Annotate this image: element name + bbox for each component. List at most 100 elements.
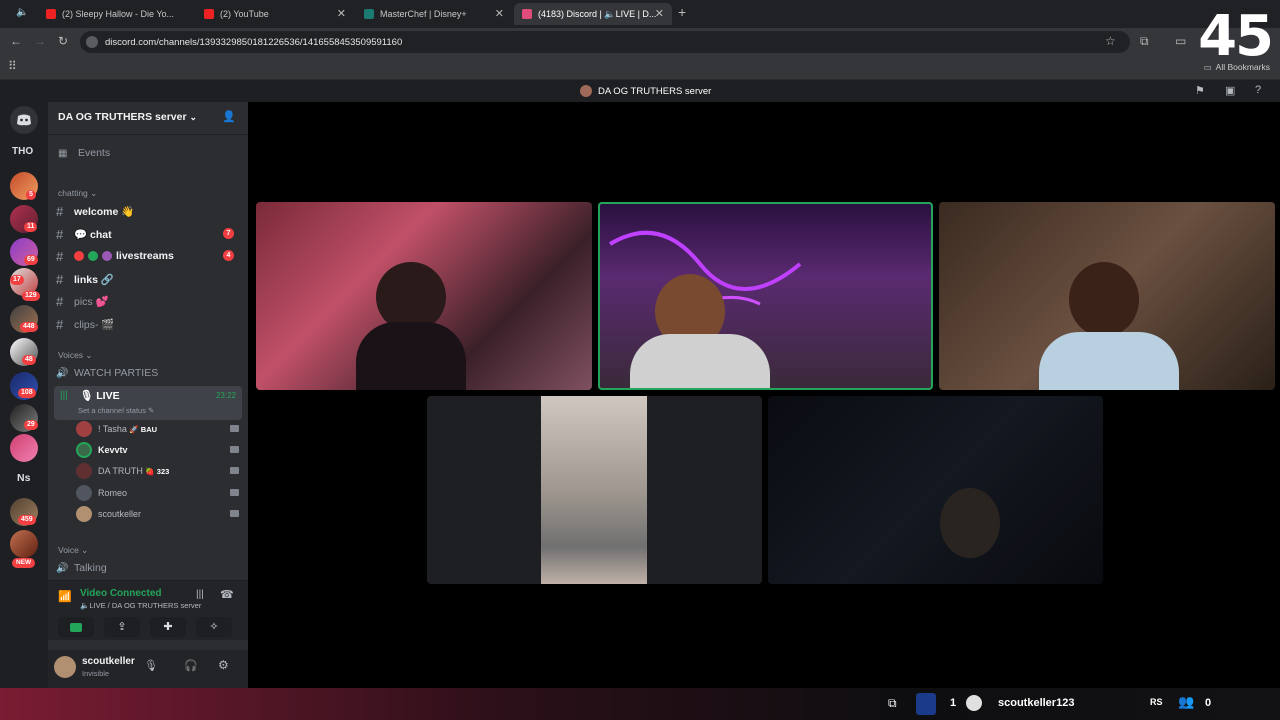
- mention-badge: 11: [24, 222, 38, 232]
- video-tile[interactable]: [427, 396, 762, 584]
- help-icon[interactable]: ?: [1255, 84, 1261, 96]
- server-ns[interactable]: Ns: [17, 472, 30, 484]
- discord-icon: [522, 9, 532, 19]
- mention-badge: 69: [24, 255, 38, 265]
- unread-badge: 4: [223, 250, 234, 261]
- forward-button[interactable]: →: [34, 34, 46, 48]
- channel-sidebar: DA OG TRUTHERS server ⌄ 👤 ▦ Events chatti…: [48, 102, 248, 688]
- channel-clips[interactable]: # clips- 🎬: [56, 314, 242, 334]
- headphones-icon[interactable]: 🎧: [184, 659, 198, 672]
- apps-grid-icon[interactable]: ⠿: [8, 59, 17, 73]
- volume-icon[interactable]: 🔈: [16, 7, 28, 18]
- channel-pics[interactable]: # pics 💕: [56, 291, 242, 311]
- url-bar[interactable]: discord.com/channels/1393329850181226536…: [80, 31, 1130, 53]
- channel-watch-parties[interactable]: 🔊 WATCH PARTIES: [56, 363, 242, 383]
- nfl-icon[interactable]: [916, 693, 936, 715]
- camera-button[interactable]: [58, 617, 94, 637]
- activities-button[interactable]: ✚: [150, 617, 186, 637]
- flag-icon[interactable]: ⚑: [1195, 84, 1205, 97]
- voice-member-da-truth[interactable]: DA TRUTH 🍓 323: [76, 461, 242, 481]
- voice-member-tasha[interactable]: ! Tasha 🚀 BAU: [76, 419, 242, 439]
- friends-count: 0: [1205, 697, 1212, 709]
- hash-icon: #: [56, 203, 64, 219]
- mention-badge: 459: [18, 515, 36, 525]
- copy-icon[interactable]: ⧉: [888, 696, 897, 711]
- voice-status: Video Connected: [80, 588, 162, 599]
- discord-app: DA OG TRUTHERS server ⚑ ▣ ? THO 5 11 69 …: [0, 80, 1280, 688]
- close-icon[interactable]: ✕: [495, 7, 504, 20]
- voice-location[interactable]: 🔈LIVE / DA OG TRUTHERS server: [80, 601, 201, 610]
- cast-icon[interactable]: ▭: [1175, 34, 1186, 48]
- close-icon[interactable]: ✕: [655, 7, 664, 20]
- soundboard-button[interactable]: ✧: [196, 617, 232, 637]
- participant-body: [1039, 332, 1179, 390]
- calendar-icon: ▦: [58, 147, 68, 159]
- reload-button[interactable]: ↻: [58, 34, 68, 48]
- hash-icon: #: [56, 226, 64, 242]
- inbox-icon[interactable]: ▣: [1225, 84, 1235, 97]
- friends-icon[interactable]: 👥: [1178, 694, 1194, 710]
- tab-youtube[interactable]: (2) YouTube ✕: [196, 3, 354, 25]
- server-icon[interactable]: [10, 434, 38, 462]
- server-icon[interactable]: [10, 530, 38, 558]
- phone-stream: [541, 396, 647, 584]
- invite-icon[interactable]: 👤: [222, 110, 236, 123]
- back-button[interactable]: ←: [10, 34, 22, 48]
- server-name-header[interactable]: DA OG TRUTHERS server ⌄: [58, 111, 197, 123]
- voice-member-romeo[interactable]: Romeo: [76, 483, 242, 503]
- site-info-icon[interactable]: [86, 36, 98, 48]
- server-tho[interactable]: THO: [12, 146, 33, 157]
- tab-discord[interactable]: (4183) Discord | 🔈LIVE | D... ✕: [514, 3, 672, 25]
- channel-status-link[interactable]: Set a channel status ✎: [78, 406, 154, 415]
- noise-suppression-icon[interactable]: |||: [196, 589, 204, 600]
- bookmark-star-icon[interactable]: ☆: [1105, 34, 1116, 48]
- channel-livestreams[interactable]: # livestreams 4: [56, 246, 242, 266]
- events-item[interactable]: ▦ Events: [58, 143, 244, 163]
- discord-title-bar: DA OG TRUTHERS server ⚑ ▣ ?: [0, 80, 1280, 102]
- avatar: [76, 442, 92, 458]
- channel-live-active[interactable]: ||| 🎙 LIVE 23:22 Set a channel status ✎: [54, 386, 242, 420]
- disconnect-icon[interactable]: ☎: [220, 588, 234, 601]
- avatar: [76, 485, 92, 501]
- voice-member-scoutkeller[interactable]: scoutkeller: [76, 504, 242, 524]
- camera-icon: [230, 446, 239, 453]
- avatar[interactable]: [54, 656, 76, 678]
- purple-circle-icon: [102, 251, 112, 261]
- channel-talking[interactable]: 🔊 Talking: [56, 558, 242, 578]
- browser-tab-bar: 🔈 (2) Sleepy Hallow - Die Yo... (2) YouT…: [0, 0, 1280, 28]
- channel-links[interactable]: # links 🔗: [56, 269, 242, 289]
- camera-icon: [230, 489, 239, 496]
- channel-chat[interactable]: # 💬 chat 7: [56, 224, 242, 244]
- screenshare-button[interactable]: ⇪: [104, 617, 140, 637]
- participant-silhouette: [940, 488, 1000, 558]
- mention-badge: 108: [18, 388, 36, 398]
- microphone-icon[interactable]: 🎙: [144, 659, 158, 672]
- xbox-icon[interactable]: [966, 695, 982, 711]
- video-tile[interactable]: [768, 396, 1103, 584]
- tab-sleepy-hallow[interactable]: (2) Sleepy Hallow - Die Yo...: [38, 3, 186, 25]
- video-tile[interactable]: [256, 202, 592, 390]
- close-icon[interactable]: ✕: [337, 7, 346, 20]
- mention-badge: 17: [10, 275, 24, 285]
- username: scoutkeller: [82, 656, 135, 667]
- video-tile-speaking[interactable]: [598, 202, 933, 390]
- mention-badge: 29: [24, 420, 38, 430]
- chevron-down-icon: ⌄: [189, 112, 198, 122]
- avatar: [76, 506, 92, 522]
- tab-disney[interactable]: MasterChef | Disney+ ✕: [356, 3, 512, 25]
- extensions-icon[interactable]: ⧉: [1140, 34, 1149, 49]
- new-tab-button[interactable]: +: [678, 4, 686, 20]
- hash-icon: #: [56, 316, 64, 332]
- category-voices[interactable]: Voices ⌄: [58, 350, 93, 361]
- overlay-counter: 45: [1198, 4, 1274, 69]
- channel-welcome[interactable]: # welcome 👋: [56, 201, 242, 221]
- category-chatting[interactable]: chatting ⌄: [58, 188, 97, 199]
- discord-home-icon[interactable]: [10, 106, 38, 134]
- voice-member-kevvtv[interactable]: Kevvtv: [76, 440, 242, 460]
- url-text: discord.com/channels/1393329850181226536…: [105, 36, 403, 48]
- youtube-icon: [204, 9, 214, 19]
- category-voice[interactable]: Voice ⌄: [58, 545, 88, 556]
- video-tile[interactable]: [939, 202, 1275, 390]
- gear-icon[interactable]: ⚙: [218, 658, 229, 672]
- server-list: THO 5 11 69 17 129 448 48 108 29 Ns 459 …: [0, 102, 48, 688]
